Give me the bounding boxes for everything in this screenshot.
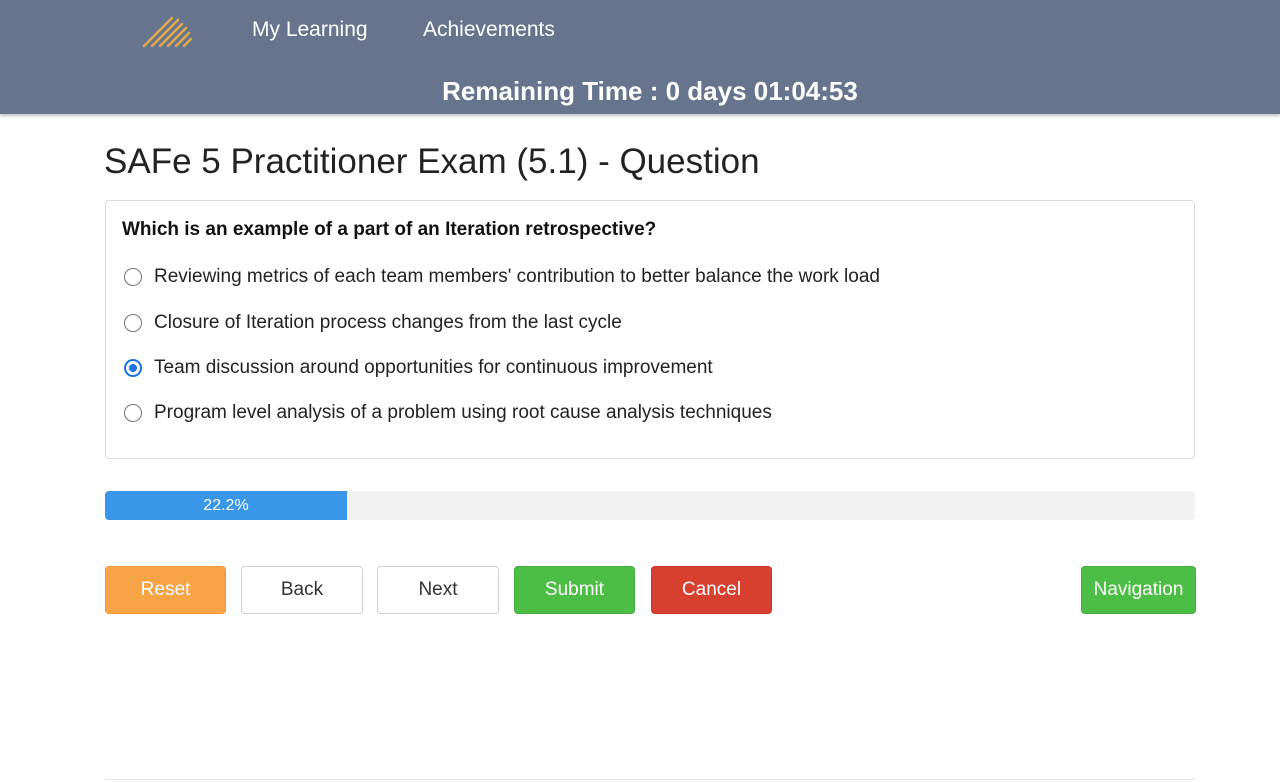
option-3[interactable]: Team discussion around opportunities for… <box>124 355 713 381</box>
option-2[interactable]: Closure of Iteration process changes fro… <box>124 310 622 336</box>
question-card: Which is an example of a part of an Iter… <box>105 200 1195 459</box>
page-title: SAFe 5 Practitioner Exam (5.1) - Questio… <box>104 142 760 181</box>
striped-logo-icon[interactable] <box>142 12 194 48</box>
footer-divider <box>105 779 1195 780</box>
option-label: Team discussion around opportunities for… <box>154 357 713 378</box>
navigation-button[interactable]: Navigation <box>1081 566 1196 614</box>
reset-button[interactable]: Reset <box>105 566 226 614</box>
progress-fill: 22.2% <box>105 491 347 520</box>
remaining-time: Remaining Time : 0 days 01:04:53 <box>442 76 858 106</box>
radio-button[interactable] <box>124 404 142 422</box>
back-button[interactable]: Back <box>241 566 363 614</box>
option-label: Reviewing metrics of each team members' … <box>154 266 880 287</box>
submit-button[interactable]: Submit <box>514 566 635 614</box>
cancel-button[interactable]: Cancel <box>651 566 772 614</box>
option-1[interactable]: Reviewing metrics of each team members' … <box>124 264 880 290</box>
nav-my-learning[interactable]: My Learning <box>252 18 368 42</box>
option-4[interactable]: Program level analysis of a problem usin… <box>124 400 772 426</box>
radio-button[interactable] <box>124 268 142 286</box>
radio-button[interactable] <box>124 314 142 332</box>
question-text: Which is an example of a part of an Iter… <box>122 219 657 240</box>
top-navigation-bar: My Learning Achievements Remaining Time … <box>0 0 1280 114</box>
option-label: Closure of Iteration process changes fro… <box>154 312 622 333</box>
radio-button[interactable] <box>124 359 142 377</box>
next-button[interactable]: Next <box>377 566 499 614</box>
option-label: Program level analysis of a problem usin… <box>154 402 772 423</box>
progress-bar: 22.2% <box>105 491 1195 520</box>
nav-achievements[interactable]: Achievements <box>423 18 555 42</box>
